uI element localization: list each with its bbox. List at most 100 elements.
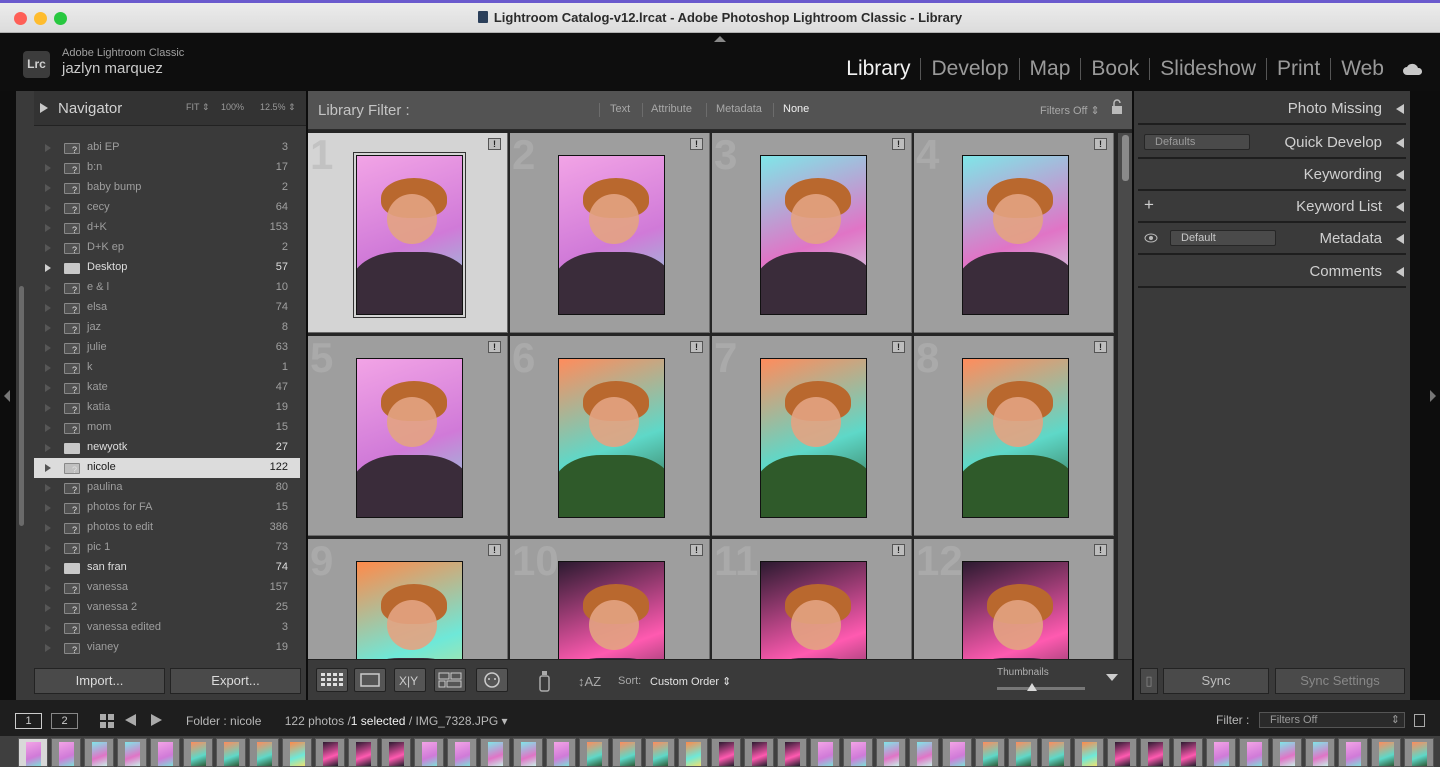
- grid-cell[interactable]: 12!: [914, 539, 1114, 659]
- disclosure-triangle-icon[interactable]: [45, 444, 51, 452]
- filmstrip-thumbnail[interactable]: [678, 738, 708, 767]
- grid-cell[interactable]: 11!: [712, 539, 912, 659]
- filmstrip-thumbnail[interactable]: [249, 738, 279, 767]
- disclosure-triangle-icon[interactable]: [45, 284, 51, 292]
- missing-photo-badge-icon[interactable]: !: [488, 544, 501, 556]
- missing-photo-badge-icon[interactable]: !: [690, 341, 703, 353]
- filmstrip-thumbnail[interactable]: [216, 738, 246, 767]
- navigator-zoom-option[interactable]: 12.5% ⇕: [260, 102, 296, 113]
- left-panel-scrollbar[interactable]: [19, 286, 24, 526]
- grid-scrollbar[interactable]: [1118, 133, 1132, 659]
- filmstrip-thumbnail[interactable]: [876, 738, 906, 767]
- navigator-100-option[interactable]: 100%: [221, 102, 244, 112]
- folder-row-photos-to-edit[interactable]: ? photos to edit 386: [34, 518, 300, 538]
- filmstrip-thumbnail[interactable]: [447, 738, 477, 767]
- grid-scroll-thumb[interactable]: [1122, 135, 1129, 181]
- filmstrip-thumbnail[interactable]: [117, 738, 147, 767]
- disclosure-triangle-icon[interactable]: [45, 224, 51, 232]
- filter-text-option[interactable]: Text: [610, 103, 630, 115]
- metadata-preset-select[interactable]: Default: [1170, 230, 1276, 246]
- photo-thumbnail[interactable]: [356, 561, 463, 659]
- filmstrip-thumbnail[interactable]: [1272, 738, 1302, 767]
- eye-icon[interactable]: [1144, 233, 1158, 243]
- photo-missing-section[interactable]: Photo Missing: [1134, 92, 1410, 125]
- folder-row-newyotk[interactable]: newyotk 27: [34, 438, 300, 458]
- photo-thumbnail[interactable]: [353, 152, 466, 318]
- missing-photo-badge-icon[interactable]: !: [488, 138, 501, 150]
- folder-row-e-l[interactable]: ? e & l 10: [34, 278, 300, 298]
- photo-thumbnail[interactable]: [558, 155, 665, 315]
- photo-thumbnail[interactable]: [760, 155, 867, 315]
- filmstrip-thumbnail[interactable]: [1008, 738, 1038, 767]
- missing-photo-badge-icon[interactable]: !: [1094, 544, 1107, 556]
- missing-photo-badge-icon[interactable]: !: [892, 544, 905, 556]
- filmstrip-thumbnail[interactable]: [1140, 738, 1170, 767]
- filmstrip-thumbnail[interactable]: [1107, 738, 1137, 767]
- filmstrip-thumbnail[interactable]: [975, 738, 1005, 767]
- disclosure-triangle-icon[interactable]: [45, 304, 51, 312]
- folder-row-jaz[interactable]: ? jaz 8: [34, 318, 300, 338]
- metadata-section[interactable]: Default Metadata: [1134, 222, 1410, 255]
- navigator-header[interactable]: Navigator FIT ⇕ 100% 12.5% ⇕: [34, 91, 306, 126]
- filter-none-option[interactable]: None: [783, 103, 809, 115]
- collapse-triangle-icon[interactable]: [1396, 104, 1404, 114]
- filter-attribute-option[interactable]: Attribute: [651, 103, 692, 115]
- filmstrip-thumbnail[interactable]: [612, 738, 642, 767]
- folder-row-vanessa[interactable]: ? vanessa 157: [34, 578, 300, 598]
- filmstrip-thumbnail[interactable]: [282, 738, 312, 767]
- folder-row-kate[interactable]: ? kate 47: [34, 378, 300, 398]
- spray-can-icon[interactable]: [536, 669, 554, 693]
- filmstrip-thumbnail[interactable]: [183, 738, 213, 767]
- people-view-button[interactable]: [476, 668, 508, 692]
- collapse-right-panel-icon[interactable]: [1430, 390, 1436, 402]
- filmstrip-thumbnail[interactable]: [1173, 738, 1203, 767]
- folder-row-julie[interactable]: ? julie 63: [34, 338, 300, 358]
- missing-photo-badge-icon[interactable]: !: [690, 138, 703, 150]
- folder-row-d-k-ep[interactable]: ? D+K ep 2: [34, 238, 300, 258]
- missing-photo-badge-icon[interactable]: !: [1094, 138, 1107, 150]
- grid-cell[interactable]: 3!: [712, 133, 912, 333]
- collapse-triangle-icon[interactable]: [1396, 234, 1404, 244]
- folder-row-san-fran[interactable]: san fran 74: [34, 558, 300, 578]
- filter-metadata-option[interactable]: Metadata: [716, 103, 762, 115]
- folder-row-k[interactable]: ? k 1: [34, 358, 300, 378]
- collapse-triangle-icon[interactable]: [1396, 267, 1404, 277]
- module-library[interactable]: Library: [836, 57, 920, 81]
- missing-photo-badge-icon[interactable]: !: [690, 544, 703, 556]
- toolbar-options-chevron-down-icon[interactable]: [1106, 674, 1118, 681]
- filmstrip-thumbnail[interactable]: [1206, 738, 1236, 767]
- disclosure-triangle-icon[interactable]: [45, 184, 51, 192]
- filmstrip-thumbnail[interactable]: [942, 738, 972, 767]
- missing-photo-badge-icon[interactable]: !: [892, 341, 905, 353]
- disclosure-triangle-icon[interactable]: [45, 464, 51, 472]
- filmstrip-thumbnail[interactable]: [1338, 738, 1368, 767]
- filmstrip-thumbnail[interactable]: [1404, 738, 1434, 767]
- disclosure-triangle-icon[interactable]: [45, 244, 51, 252]
- disclosure-triangle-icon[interactable]: [45, 604, 51, 612]
- photo-thumbnail[interactable]: [962, 358, 1069, 518]
- photo-thumbnail[interactable]: [962, 155, 1069, 315]
- second-window-button[interactable]: 2: [51, 713, 78, 729]
- disclosure-triangle-icon[interactable]: [45, 384, 51, 392]
- photo-thumbnail[interactable]: [760, 561, 867, 659]
- filmstrip-thumbnail[interactable]: [579, 738, 609, 767]
- folder-row-mom[interactable]: ? mom 15: [34, 418, 300, 438]
- filmstrip-thumbnail[interactable]: [480, 738, 510, 767]
- disclosure-triangle-icon[interactable]: [45, 344, 51, 352]
- disclosure-triangle-icon[interactable]: [45, 364, 51, 372]
- filmstrip-thumbnail[interactable]: [51, 738, 81, 767]
- filmstrip-thumbnail[interactable]: [909, 738, 939, 767]
- module-develop[interactable]: Develop: [921, 57, 1018, 81]
- disclosure-triangle-icon[interactable]: [45, 584, 51, 592]
- filters-off-dropdown[interactable]: Filters Off ⇕: [1040, 104, 1100, 117]
- expand-triangle-icon[interactable]: [40, 103, 48, 113]
- module-book[interactable]: Book: [1081, 57, 1149, 81]
- grid-cell[interactable]: 10!: [510, 539, 710, 659]
- folder-row-baby-bump[interactable]: ? baby bump 2: [34, 178, 300, 198]
- missing-photo-badge-icon[interactable]: !: [488, 341, 501, 353]
- compare-view-button[interactable]: X|Y: [394, 668, 426, 692]
- photo-thumbnail[interactable]: [962, 561, 1069, 659]
- forward-arrow-icon[interactable]: [151, 714, 162, 726]
- disclosure-triangle-icon[interactable]: [45, 544, 51, 552]
- keywording-section[interactable]: Keywording: [1134, 158, 1410, 191]
